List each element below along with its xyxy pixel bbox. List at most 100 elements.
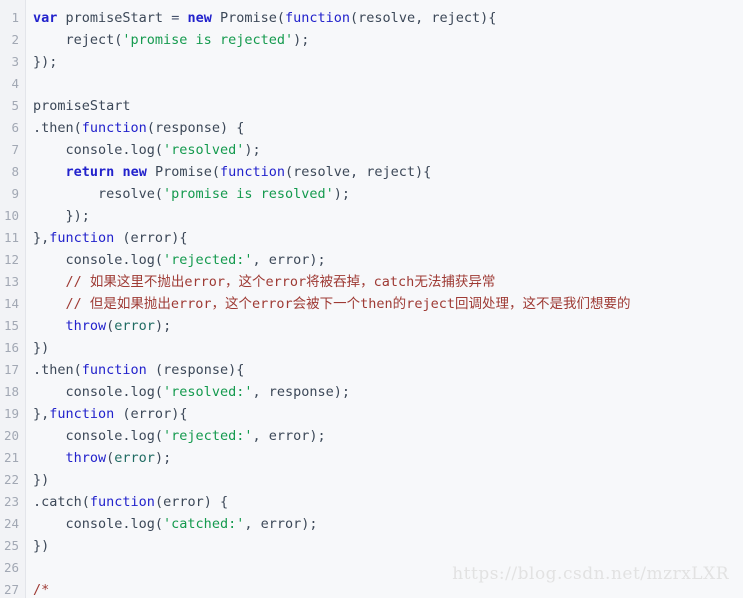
line-number: 14	[3, 296, 19, 311]
code-token-plain: reject(	[33, 32, 123, 48]
line-number: 3	[11, 54, 19, 69]
code-line-source: // 但是如果抛出error，这个error会被下一个then的reject回调…	[33, 293, 743, 315]
code-line[interactable]: 8 return new Promise(function(resolve, r…	[0, 161, 743, 183]
code-viewer[interactable]: 1 var promiseStart = new Promise(function…	[0, 0, 743, 598]
line-number: 25	[3, 538, 19, 553]
watermark-url: https://blog.csdn.net/mzrxLXR	[452, 564, 729, 584]
code-line[interactable]: 22})	[0, 469, 743, 491]
code-line[interactable]: 7 console.log('resolved');	[0, 139, 743, 161]
code-token-plain: resolve(	[33, 186, 164, 202]
code-token-plain: );	[154, 318, 172, 334]
code-token-kw: function	[89, 494, 155, 510]
code-line[interactable]: 12 console.log('rejected:', error);	[0, 249, 743, 271]
code-line-source: .then(function (response){	[33, 359, 743, 381]
code-line[interactable]: 14 // 但是如果抛出error，这个error会被下一个then的rejec…	[0, 293, 743, 315]
line-number: 2	[11, 32, 19, 47]
code-token-plain: );	[333, 186, 350, 202]
code-line-source: promiseStart	[33, 95, 743, 117]
code-token-plain: .catch(	[33, 494, 90, 510]
line-number: 21	[3, 450, 19, 465]
code-token-plain: .then(	[33, 120, 82, 136]
line-number: 23	[3, 494, 19, 509]
line-number: 26	[3, 560, 19, 575]
code-token-com: // 但是如果抛出error，这个error会被下一个then的reject回调…	[65, 296, 631, 312]
code-line[interactable]: 2 reject('promise is rejected');	[0, 29, 743, 51]
code-line-source: throw(error);	[33, 447, 743, 469]
code-line-source: .then(function(response) {	[33, 117, 743, 139]
code-line[interactable]: 11},function (error){	[0, 227, 743, 249]
code-line[interactable]: 10 });	[0, 205, 743, 227]
code-token-plain: });	[33, 54, 58, 70]
code-line[interactable]: 3});	[0, 51, 743, 73]
code-token-kw: function	[219, 164, 286, 180]
line-number: 10	[3, 208, 19, 223]
code-line-source: return new Promise(function(resolve, rej…	[33, 161, 743, 183]
line-number: 5	[11, 98, 19, 113]
code-token-plain: Promise(	[146, 164, 220, 180]
line-number: 27	[3, 582, 19, 597]
code-token-str: 'catched:'	[163, 516, 245, 532]
line-number: 17	[3, 362, 19, 377]
code-line-source: throw(error);	[33, 315, 743, 337]
code-token-kw: function	[49, 406, 115, 422]
code-line[interactable]: 18 console.log('resolved:', response);	[0, 381, 743, 403]
code-line[interactable]: 17 .then(function (response){	[0, 359, 743, 381]
code-line-source: })	[33, 337, 743, 359]
code-line[interactable]: 6 .then(function(response) {	[0, 117, 743, 139]
line-number: 6	[11, 120, 19, 135]
code-line[interactable]: 15 throw(error);	[0, 315, 743, 337]
code-token-plain: },	[33, 406, 50, 422]
line-number: 22	[3, 472, 19, 487]
line-number: 8	[11, 164, 19, 179]
code-token-plain: });	[33, 208, 90, 224]
code-token-kw: throw	[65, 450, 107, 466]
code-line[interactable]: 1 var promiseStart = new Promise(function…	[0, 7, 743, 29]
code-line[interactable]: 24 console.log('catched:', error);	[0, 513, 743, 535]
code-token-plain: (resolve, reject){	[350, 10, 497, 26]
line-number: 13	[3, 274, 19, 289]
code-token-plain: , error);	[252, 252, 326, 268]
code-token-kwb: new	[187, 10, 212, 26]
code-line[interactable]: 23 .catch(function(error) {	[0, 491, 743, 513]
code-line[interactable]: 16})	[0, 337, 743, 359]
code-token-plain: console.log(	[33, 428, 164, 444]
code-line[interactable]: 4	[0, 73, 743, 95]
code-token-com: // 如果这里不抛出error，这个error将被吞掉，catch无法捕获异常	[65, 274, 496, 290]
code-token-com: /*	[33, 582, 50, 598]
code-line[interactable]: 20 console.log('rejected:', error);	[0, 425, 743, 447]
code-line-source: resolve('promise is resolved');	[33, 183, 743, 205]
code-line[interactable]: 25})	[0, 535, 743, 557]
code-line[interactable]: 19},function (error){	[0, 403, 743, 425]
code-line-source: });	[33, 205, 743, 227]
line-number: 24	[3, 516, 19, 531]
code-line[interactable]: 13 // 如果这里不抛出error，这个error将被吞掉，catch无法捕获…	[0, 271, 743, 293]
line-number: 15	[3, 318, 19, 333]
code-line[interactable]: 5 promiseStart	[0, 95, 743, 117]
code-token-str: 'resolved'	[163, 142, 245, 158]
code-token-plain: promiseStart	[57, 10, 172, 26]
code-token-plain: );	[293, 32, 310, 48]
code-line[interactable]: 9 resolve('promise is resolved');	[0, 183, 743, 205]
code-line-source: console.log('resolved:', response);	[33, 381, 743, 403]
code-token-plain: console.log(	[33, 384, 164, 400]
line-number: 18	[3, 384, 19, 399]
line-number: 16	[3, 340, 19, 355]
code-token-kw: throw	[65, 318, 107, 334]
code-token-plain: promiseStart	[33, 98, 131, 114]
code-token-plain: , response);	[252, 384, 350, 400]
code-token-plain: (error){	[114, 406, 188, 422]
code-token-var: error	[114, 450, 155, 466]
code-content-area[interactable]: 1 var promiseStart = new Promise(function…	[0, 0, 743, 598]
code-token-kwb: new	[122, 164, 147, 180]
line-number: 4	[11, 76, 19, 91]
code-line-source: });	[33, 51, 743, 73]
code-line[interactable]: 21 throw(error);	[0, 447, 743, 469]
code-line-source: console.log('rejected:', error);	[33, 249, 743, 271]
line-number: 11	[3, 230, 19, 245]
code-token-plain: },	[33, 230, 50, 246]
code-token-plain: , error);	[244, 516, 318, 532]
